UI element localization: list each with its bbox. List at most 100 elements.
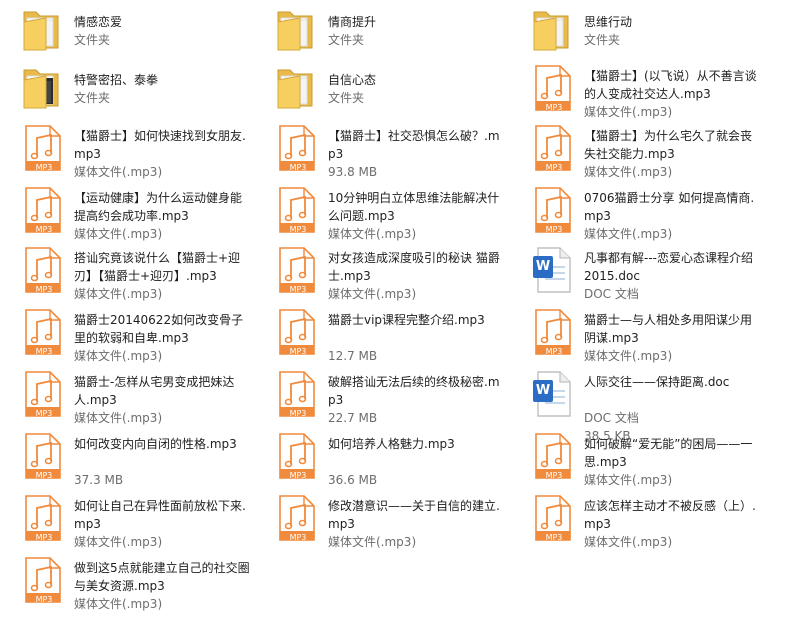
file-name: 10分钟明白立体思维法能解决什么问题.mp3 [328, 191, 500, 223]
mp3-file-icon: MP3 [532, 308, 580, 358]
mp3-file-icon: MP3 [276, 308, 324, 358]
file-type: 媒体文件(.mp3) [328, 227, 417, 241]
mp3-badge-label: MP3 [289, 285, 307, 294]
file-item[interactable]: MP3 【猫爵士】为什么宅久了就会丧失社交能力.mp3 媒体文件(.mp3) [510, 120, 760, 179]
mp3-badge-label: MP3 [289, 225, 307, 234]
file-name: 情感恋爱 [74, 15, 123, 29]
file-item[interactable]: MP3 猫爵士vip课程完整介绍.mp3 12.7 MB [254, 304, 504, 363]
file-item[interactable]: 思维行动 文件夹 [510, 2, 760, 60]
mp3-file-icon: MP3 [22, 308, 70, 358]
file-name: 猫爵士—与人相处多用阳谋少用阴谋.mp3 [584, 313, 753, 345]
file-name: 【猫爵士】社交恐惧怎么破？.mp3 [328, 129, 500, 161]
file-name: 如何破解“爱无能”的困局——一思.mp3 [584, 437, 753, 469]
word-doc-icon: W [532, 246, 580, 296]
file-type: 媒体文件(.mp3) [584, 535, 673, 549]
file-item[interactable]: MP3 0706猫爵士分享 如何提高情商.mp3 媒体文件(.mp3) [510, 182, 760, 241]
file-item[interactable]: W 凡事都有解---恋爱心态课程介绍2015.doc DOC 文档 [510, 242, 760, 301]
file-name: 猫爵士vip课程完整介绍.mp3 [328, 313, 485, 327]
folder-dark-icon [22, 64, 70, 114]
mp3-file-icon: MP3 [22, 186, 70, 236]
mp3-file-icon: MP3 [22, 370, 70, 420]
file-name: 【猫爵士】如何快速找到女朋友.mp3 [74, 129, 246, 161]
file-name: 做到这5点就能建立自己的社交圈与美女资源.mp3 [74, 561, 250, 593]
file-name: 破解搭讪无法后续的终极秘密.mp3 [328, 375, 500, 407]
file-type: 媒体文件(.mp3) [584, 227, 673, 241]
mp3-file-icon: MP3 [276, 494, 324, 544]
file-item[interactable]: MP3 【猫爵士】如何快速找到女朋友.mp3 媒体文件(.mp3) [0, 120, 250, 179]
file-name: 【运动健康】为什么运动健身能提高约会成功率.mp3 [74, 191, 243, 223]
file-item[interactable]: MP3 如何改变内向自闭的性格.mp3 37.3 MB [0, 428, 250, 487]
folder-icon [276, 6, 324, 56]
word-doc-icon: W [532, 370, 580, 420]
file-name: 特警密招、泰拳 [74, 73, 159, 87]
file-type: 媒体文件(.mp3) [584, 473, 673, 487]
folder-icon [22, 6, 70, 56]
file-name: 人际交往——保持距离.doc [584, 375, 730, 389]
file-size: 12.7 MB [328, 349, 378, 363]
file-item[interactable]: MP3 10分钟明白立体思维法能解决什么问题.mp3 媒体文件(.mp3) [254, 182, 504, 241]
file-type: 媒体文件(.mp3) [74, 227, 163, 241]
mp3-badge-label: MP3 [545, 103, 563, 112]
file-item[interactable]: 情商提升 文件夹 [254, 2, 504, 60]
file-type: 媒体文件(.mp3) [74, 287, 163, 301]
mp3-badge-label: MP3 [35, 595, 53, 604]
file-name: 搭讪究竟该说什么【猫爵士+迎刃】【猫爵士+迎刃】.mp3 [74, 251, 241, 283]
file-type: 媒体文件(.mp3) [328, 535, 417, 549]
file-name: 修改潜意识——关于自信的建立.mp3 [328, 499, 500, 531]
mp3-file-icon: MP3 [276, 186, 324, 236]
file-type: 媒体文件(.mp3) [328, 287, 417, 301]
mp3-badge-label: MP3 [35, 285, 53, 294]
file-item[interactable]: MP3 【猫爵士】(以飞说）从不善言谈的人变成社交达人.mp3 媒体文件(.mp3) [510, 60, 760, 119]
file-name: 猫爵士20140622如何改变骨子里的软弱和自卑.mp3 [74, 313, 244, 345]
mp3-file-icon: MP3 [532, 186, 580, 236]
file-item[interactable]: MP3 猫爵士20140622如何改变骨子里的软弱和自卑.mp3 媒体文件(.mp3… [0, 304, 250, 363]
file-item[interactable]: MP3 【运动健康】为什么运动健身能提高约会成功率.mp3 媒体文件(.mp3) [0, 182, 250, 241]
file-name: 凡事都有解---恋爱心态课程介绍2015.doc [584, 251, 753, 283]
file-type: DOC 文档 [584, 287, 639, 301]
file-item[interactable]: MP3 修改潜意识——关于自信的建立.mp3 媒体文件(.mp3) [254, 490, 504, 549]
mp3-badge-label: MP3 [289, 163, 307, 172]
file-type: 文件夹 [584, 33, 621, 47]
file-item[interactable]: 特警密招、泰拳 文件夹 [0, 60, 250, 118]
file-item[interactable]: 自信心态 文件夹 [254, 60, 504, 118]
file-name: 0706猫爵士分享 如何提高情商.mp3 [584, 191, 755, 223]
file-type: 媒体文件(.mp3) [74, 597, 163, 611]
file-name: 应该怎样主动才不被反感（上）.mp3 [584, 499, 756, 531]
file-item[interactable]: MP3 如何破解“爱无能”的困局——一思.mp3 媒体文件(.mp3) [510, 428, 760, 487]
folder-icon [532, 6, 580, 56]
file-item[interactable]: MP3 做到这5点就能建立自己的社交圈与美女资源.mp3 媒体文件(.mp3) [0, 552, 250, 611]
file-name: 思维行动 [584, 15, 633, 29]
mp3-file-icon: MP3 [532, 432, 580, 482]
file-item[interactable]: MP3 如何让自己在异性面前放松下来.mp3 媒体文件(.mp3) [0, 490, 250, 549]
mp3-badge-label: MP3 [35, 347, 53, 356]
folder-icon [276, 64, 324, 114]
file-type: 文件夹 [328, 33, 365, 47]
mp3-file-icon: MP3 [532, 64, 580, 114]
file-type: 媒体文件(.mp3) [584, 349, 673, 363]
file-name: 如何培养人格魅力.mp3 [328, 437, 455, 451]
file-item[interactable]: 情感恋爱 文件夹 [0, 2, 250, 60]
file-item[interactable]: MP3 如何培养人格魅力.mp3 36.6 MB [254, 428, 504, 487]
mp3-file-icon: MP3 [276, 124, 324, 174]
mp3-badge-label: MP3 [545, 163, 563, 172]
file-type: 媒体文件(.mp3) [74, 535, 163, 549]
mp3-file-icon: MP3 [22, 432, 70, 482]
file-item[interactable]: W 人际交往——保持距离.doc DOC 文档 38.5 KB [510, 366, 760, 443]
file-type: 媒体文件(.mp3) [74, 349, 163, 363]
file-item[interactable]: MP3 应该怎样主动才不被反感（上）.mp3 媒体文件(.mp3) [510, 490, 760, 549]
file-name: 猫爵士-怎样从宅男变成把妹达人.mp3 [74, 375, 235, 407]
file-item[interactable]: MP3 破解搭讪无法后续的终极秘密.mp3 22.7 MB [254, 366, 504, 425]
mp3-badge-label: MP3 [35, 225, 53, 234]
mp3-file-icon: MP3 [22, 246, 70, 296]
mp3-file-icon: MP3 [276, 432, 324, 482]
file-item[interactable]: MP3 【猫爵士】社交恐惧怎么破？.mp3 93.8 MB [254, 120, 504, 179]
file-item[interactable]: MP3 猫爵士—与人相处多用阳谋少用阴谋.mp3 媒体文件(.mp3) [510, 304, 760, 363]
mp3-badge-label: MP3 [545, 347, 563, 356]
file-size: 37.3 MB [74, 473, 124, 487]
file-item[interactable]: MP3 对女孩造成深度吸引的秘诀 猫爵士.mp3 媒体文件(.mp3) [254, 242, 504, 301]
file-item[interactable]: MP3 搭讪究竟该说什么【猫爵士+迎刃】【猫爵士+迎刃】.mp3 媒体文件(.mp3… [0, 242, 250, 301]
file-item[interactable]: MP3 猫爵士-怎样从宅男变成把妹达人.mp3 媒体文件(.mp3) [0, 366, 250, 425]
file-name: 自信心态 [328, 73, 377, 87]
file-name: 【猫爵士】为什么宅久了就会丧失社交能力.mp3 [584, 129, 753, 161]
file-type: 媒体文件(.mp3) [584, 105, 673, 119]
